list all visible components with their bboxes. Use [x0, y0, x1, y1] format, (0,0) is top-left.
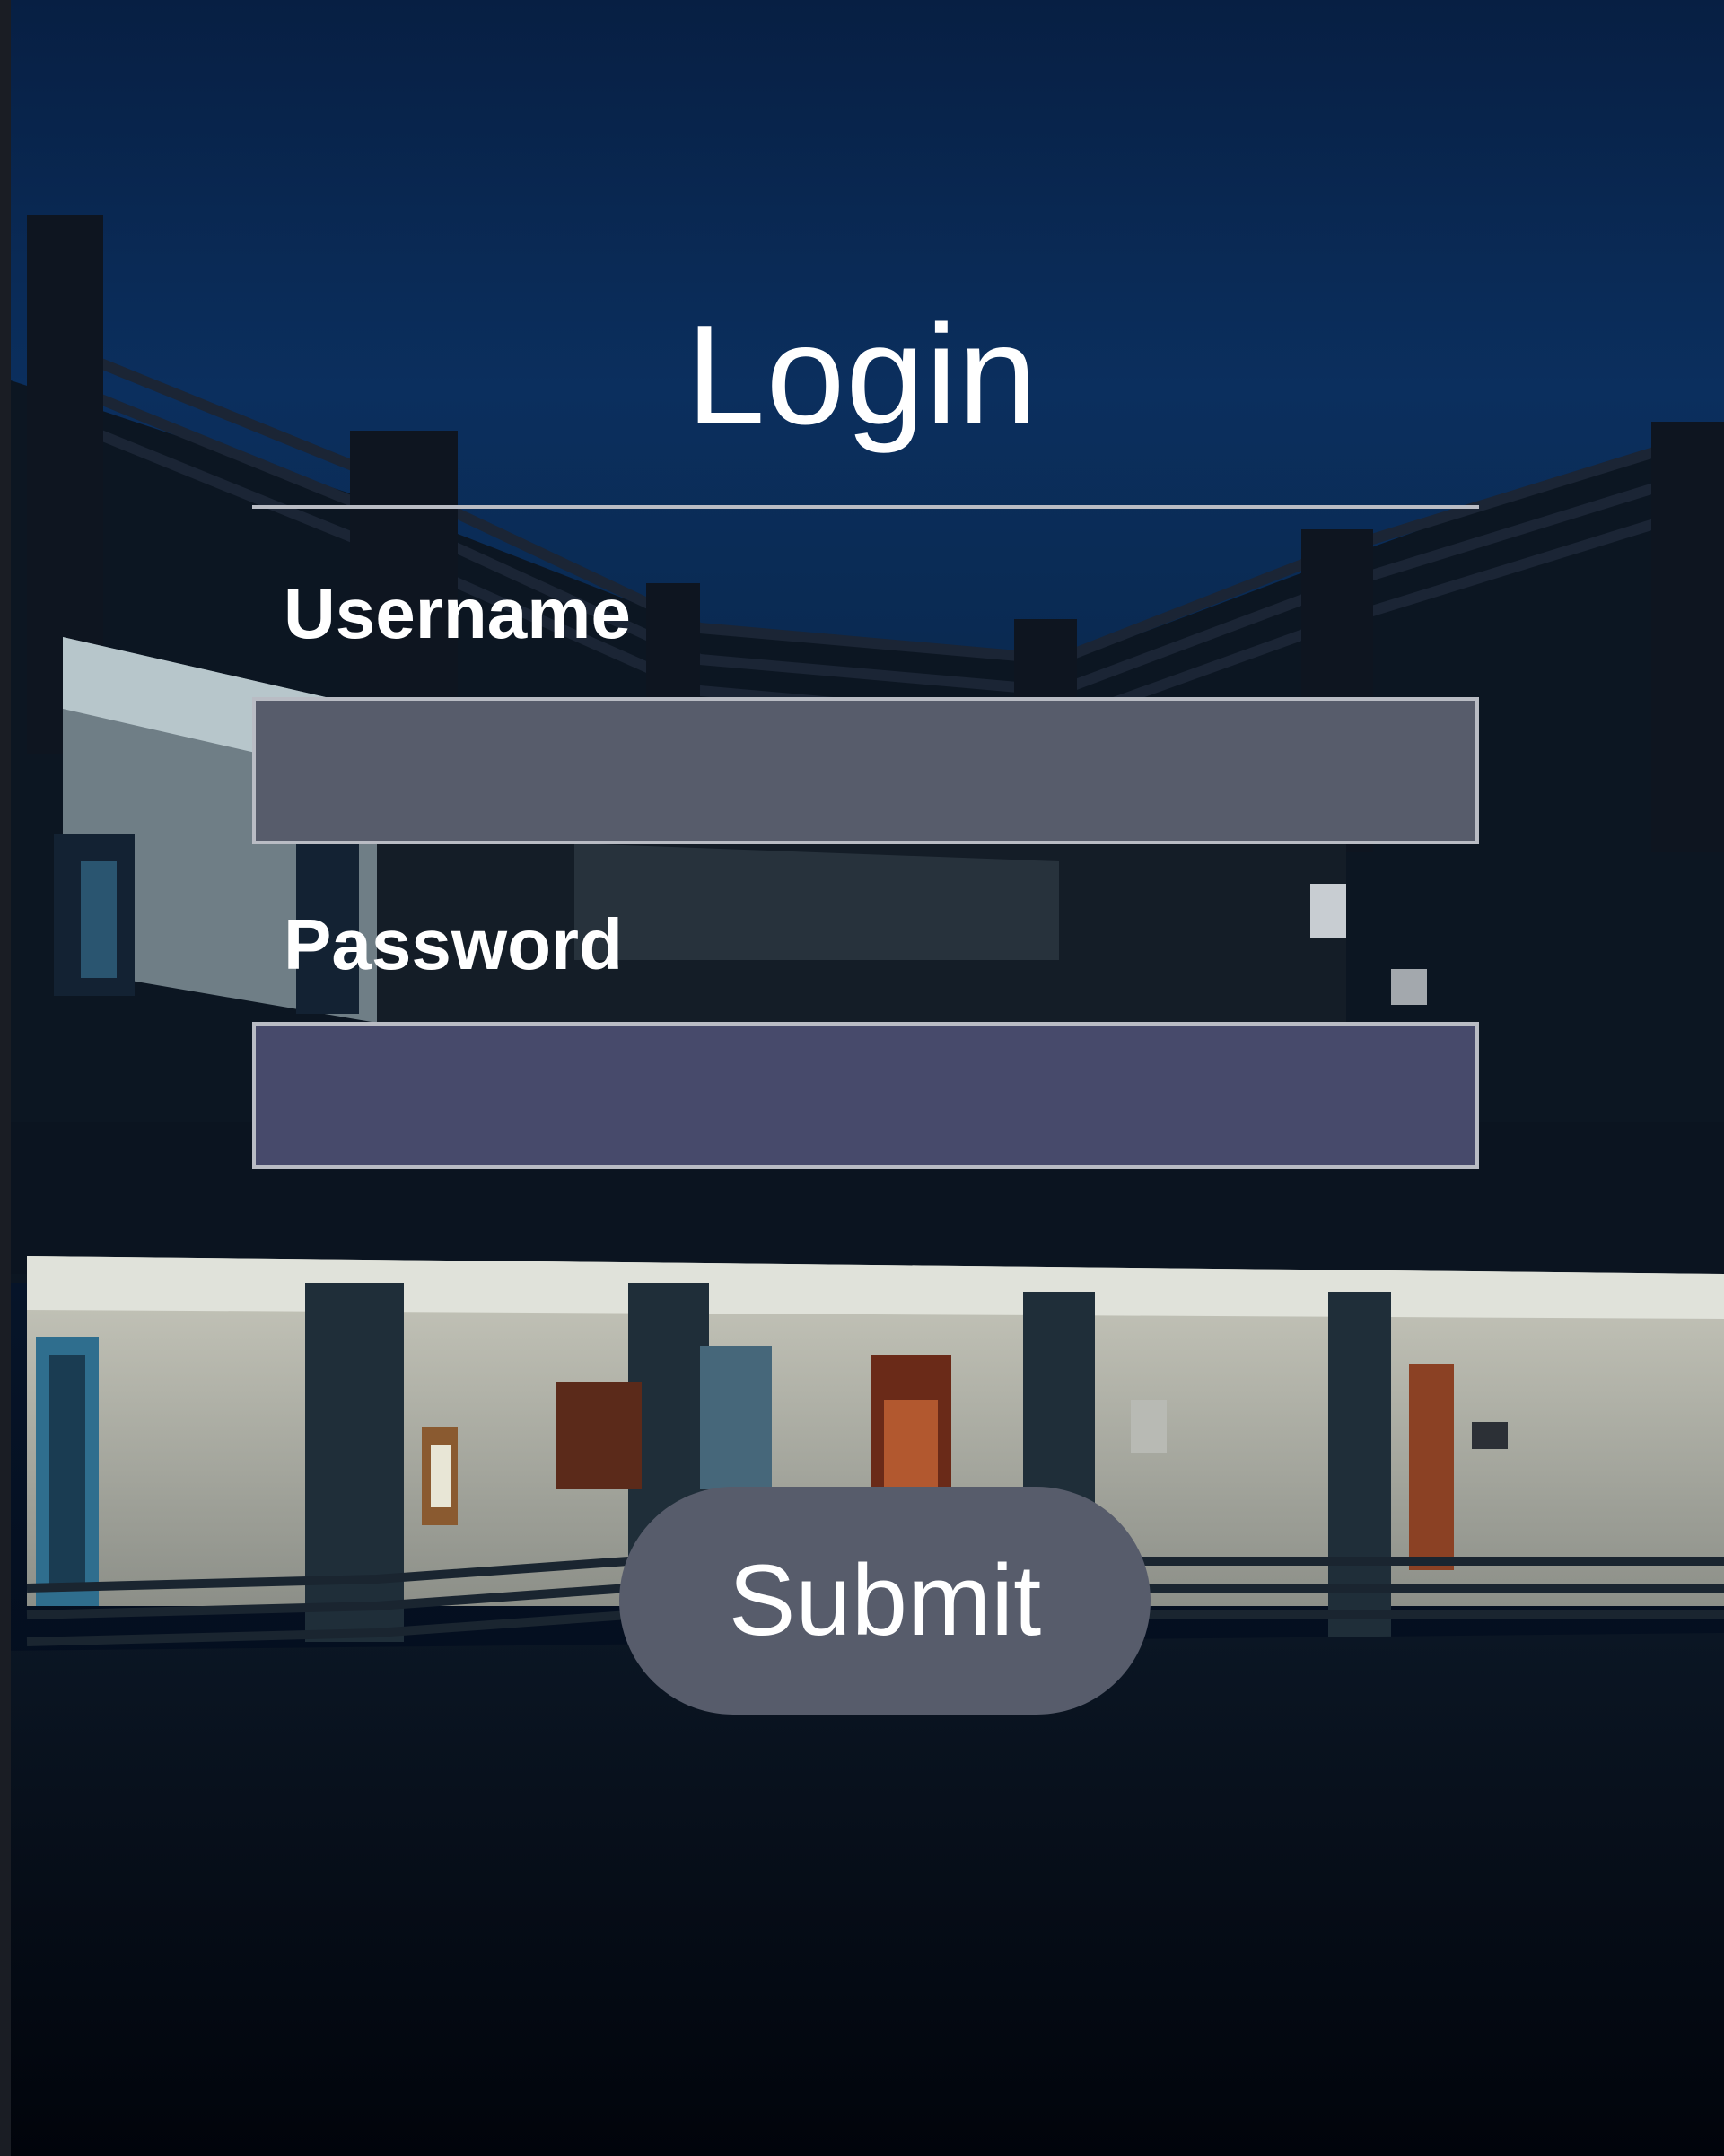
- submit-button[interactable]: Submit: [619, 1487, 1151, 1715]
- username-label: Username: [284, 573, 631, 653]
- login-page: Login Username Password Submit: [0, 0, 1724, 2156]
- password-input[interactable]: [252, 1022, 1479, 1169]
- username-input[interactable]: [252, 697, 1479, 844]
- login-form: Login Username Password Submit: [0, 0, 1724, 2156]
- title-divider: [252, 505, 1479, 509]
- password-label: Password: [284, 904, 623, 984]
- login-title: Login: [686, 296, 1038, 454]
